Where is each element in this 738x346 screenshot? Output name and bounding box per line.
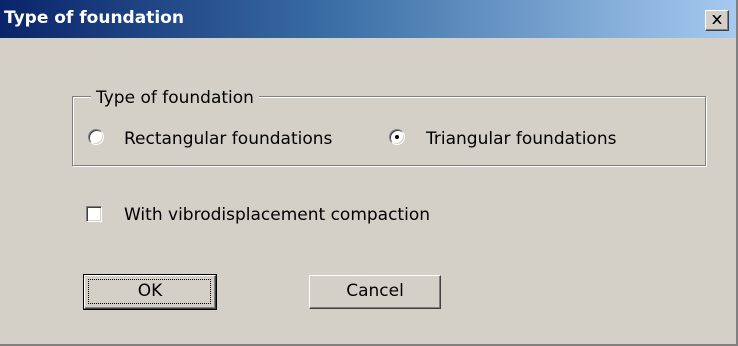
radio-triangular[interactable] xyxy=(389,129,405,145)
close-button[interactable] xyxy=(705,10,729,31)
group-legend: Type of foundation xyxy=(91,89,259,107)
dialog-title: Type of foundation xyxy=(4,8,184,28)
ok-button-label: OK xyxy=(137,281,163,301)
ok-button[interactable]: OK xyxy=(83,274,217,310)
cancel-button[interactable]: Cancel xyxy=(309,275,441,309)
close-icon xyxy=(712,15,722,24)
radio-rectangular-label[interactable]: Rectangular foundations xyxy=(124,130,332,148)
title-bar[interactable]: Type of foundation xyxy=(0,0,736,38)
radio-selected-dot xyxy=(395,135,399,139)
dialog-window: Type of foundation Type of foundation Re… xyxy=(0,0,738,346)
radio-triangular-label[interactable]: Triangular foundations xyxy=(426,130,616,148)
cancel-button-label: Cancel xyxy=(346,281,404,301)
radio-rectangular[interactable] xyxy=(88,129,104,145)
vibro-compaction-label[interactable]: With vibrodisplacement compaction xyxy=(124,206,430,224)
vibro-compaction-checkbox[interactable] xyxy=(86,206,102,222)
